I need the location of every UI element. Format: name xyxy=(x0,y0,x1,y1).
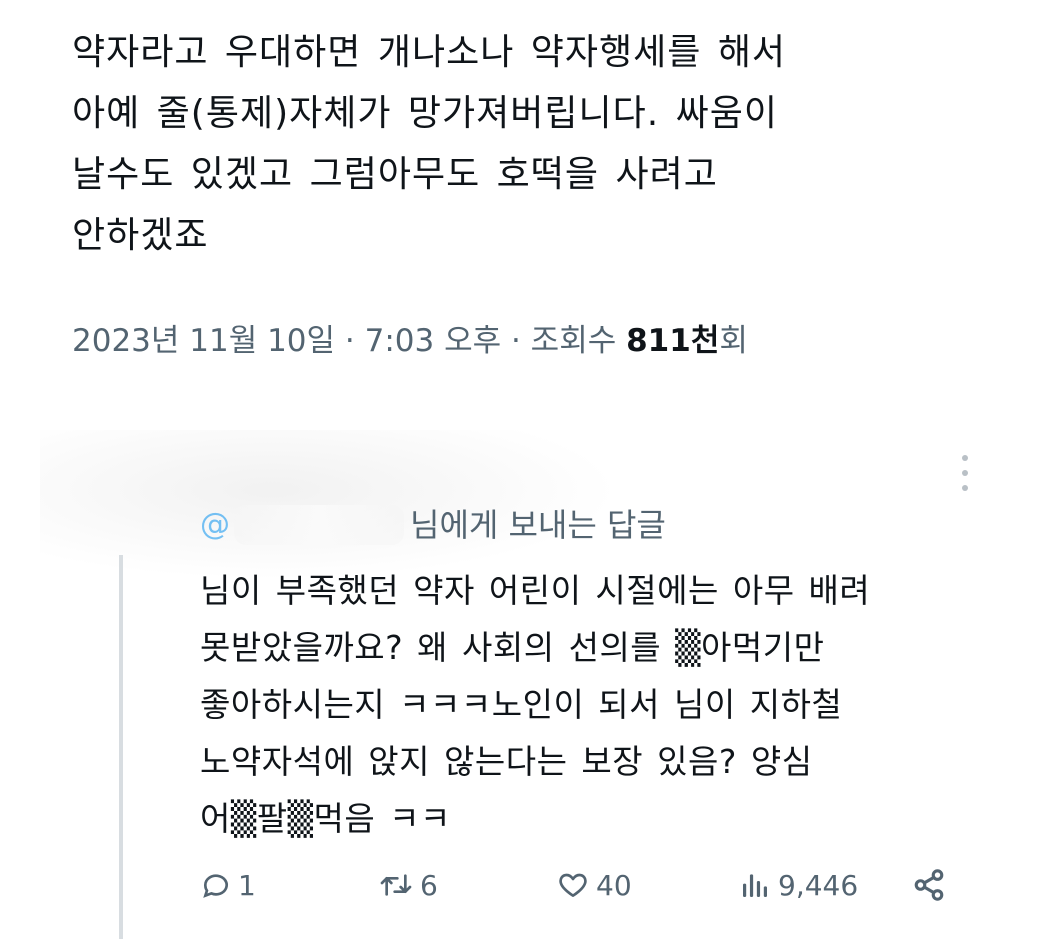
views-button[interactable]: 9,446 xyxy=(738,860,858,910)
tweet-line: 아예 줄(통제)자체가 망가져버립니다. 싸움이 xyxy=(72,93,779,134)
tweet-line: 안하겠죠 xyxy=(72,215,209,256)
share-button[interactable] xyxy=(912,860,946,910)
thread-line xyxy=(119,555,123,939)
reply-line: 어▒팔▒먹음 ㅋㅋ xyxy=(200,799,451,838)
reply-to-header: @ 님에게 보내는 답글 xyxy=(200,502,666,548)
tweet-line: 날수도 있겠고 그럼아무도 호떡을 사려고 xyxy=(72,154,718,195)
reply-line: 못받았을까요? 왜 사회의 선의를 ▒아먹기만 xyxy=(200,628,825,667)
tweet-line: 약자라고 우대하면 개나소나 약자행세를 해서 xyxy=(72,32,787,73)
reply-to-label: 님에게 보내는 답글 xyxy=(410,506,666,544)
reply-action-bar: 1 6 40 9,446 xyxy=(200,860,960,910)
reply-count: 1 xyxy=(238,868,256,902)
redacted-username xyxy=(234,505,404,545)
tweet-body: 약자라고 우대하면 개나소나 약자행세를 해서 아예 줄(통제)자체가 망가져버… xyxy=(72,22,972,266)
retweet-button[interactable]: 6 xyxy=(378,860,438,910)
like-count: 40 xyxy=(596,868,632,902)
analytics-icon xyxy=(743,874,767,897)
comment-icon xyxy=(203,874,228,898)
reply-body: 님이 부족했던 약자 어린이 시절에는 아무 배려 못받았을까요? 왜 사회의 … xyxy=(200,562,1020,847)
tweet-views-suffix: 회 xyxy=(719,323,748,359)
tweet-datetime[interactable]: 2023년 11월 10일 · 7:03 오후 · 조회수 xyxy=(72,323,626,359)
views-count: 9,446 xyxy=(778,868,859,902)
more-icon[interactable] xyxy=(955,455,975,491)
page: 약자라고 우대하면 개나소나 약자행세를 해서 아예 줄(통제)자체가 망가져버… xyxy=(0,0,1062,939)
at-icon: @ xyxy=(200,507,230,542)
retweet-count: 6 xyxy=(420,868,438,902)
heart-icon xyxy=(559,873,587,897)
reply-line: 노약자석에 앉지 않는다는 보장 있음? 양심 xyxy=(200,742,813,781)
reply-button[interactable]: 1 xyxy=(200,860,256,910)
tweet-views-count: 811천 xyxy=(626,323,720,359)
retweet-icon xyxy=(380,874,412,896)
reply-line: 좋아하시는지 ㅋㅋㅋ노인이 되서 님이 지하철 xyxy=(200,685,843,724)
tweet-meta: 2023년 11월 10일 · 7:03 오후 · 조회수 811천회 xyxy=(72,318,748,364)
share-icon xyxy=(914,869,944,901)
reply-line: 님이 부족했던 약자 어린이 시절에는 아무 배려 xyxy=(200,571,871,610)
like-button[interactable]: 40 xyxy=(556,860,632,910)
